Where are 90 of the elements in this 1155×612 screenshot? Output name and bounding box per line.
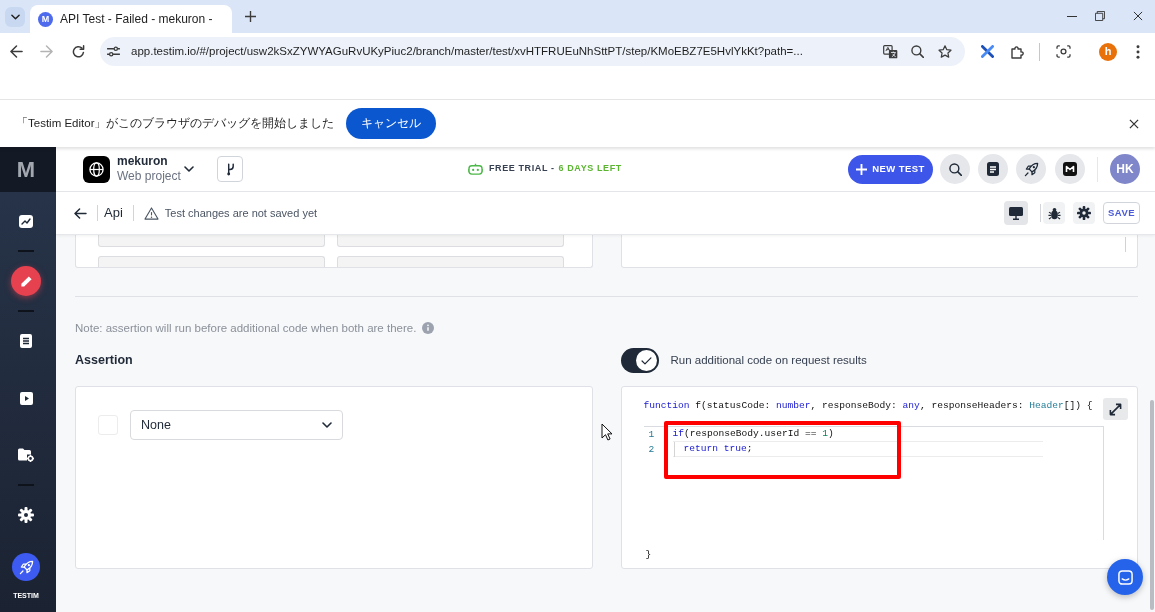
preview-button[interactable] — [1004, 201, 1028, 225]
save-button[interactable]: SAVE — [1103, 202, 1140, 224]
check-icon — [640, 356, 652, 365]
branch-icon — [225, 162, 235, 176]
folder-gear-icon — [18, 448, 34, 462]
puzzle-icon — [1011, 44, 1025, 59]
search-icon — [948, 162, 962, 176]
plus-icon — [244, 11, 256, 22]
expand-icon — [1109, 402, 1122, 416]
rocket-icon — [18, 559, 34, 575]
line-number: 1 — [647, 428, 656, 442]
code-line[interactable]: if(responseBody.userId == 1) — [672, 427, 834, 441]
assertion-select[interactable]: None — [130, 410, 343, 440]
cross-logo-icon — [980, 45, 994, 58]
address-bar[interactable]: app.testim.io/#/project/usw2kSxZYWYAGuRvUKyPiuc2/branch/master/test/xvHTFRUEuNhSttPT/step/KMoEBZ7E5HvlYkKt?path=... — [100, 37, 965, 66]
whats-new-button[interactable] — [1016, 154, 1046, 184]
step-title: Api — [104, 204, 123, 223]
star-icon — [938, 45, 952, 58]
back-arrow-icon — [73, 207, 87, 219]
toggle-label: Run additional code on request results — [670, 352, 867, 368]
new-test-button[interactable]: NEW TEST — [848, 154, 933, 184]
translate-icon — [882, 44, 898, 59]
sidebar-item[interactable] — [11, 266, 41, 296]
branch-button[interactable] — [217, 156, 243, 182]
browser-tab[interactable]: M API Test - Failed - mekuron - — [30, 5, 232, 33]
chat-icon — [1117, 569, 1133, 585]
back-arrow-icon — [9, 45, 23, 58]
document-icon — [987, 162, 999, 176]
plus-icon — [856, 163, 868, 175]
info-icon — [422, 322, 435, 334]
app-logo[interactable]: M — [16, 158, 36, 181]
restore-icon — [1095, 11, 1105, 21]
screen-capture-icon — [1055, 45, 1071, 58]
magnifier-icon — [910, 45, 924, 58]
reload-icon — [71, 45, 85, 58]
chevron-down-icon — [10, 13, 20, 20]
bug-icon — [1047, 206, 1061, 220]
list-icon — [20, 334, 32, 348]
robot-icon — [468, 162, 483, 176]
project-name: mekuron — [117, 154, 169, 169]
header-key-field[interactable] — [98, 256, 325, 267]
chart-icon — [19, 214, 33, 228]
header-key-field[interactable] — [98, 235, 325, 247]
assertion-note: Note: assertion will run before additional code when both are there. — [75, 321, 417, 335]
unsaved-warning: Test changes are not saved yet — [164, 205, 318, 221]
assertion-label: Assertion — [75, 352, 133, 370]
function-signature: function f(statusCode: number, responseBody: any, responseHeaders: Header[]) { — [643, 399, 1093, 413]
project-type: Web project — [117, 169, 182, 184]
globe-icon — [89, 161, 104, 177]
monitor-icon — [1009, 206, 1023, 220]
close-icon — [1133, 11, 1143, 21]
search-button[interactable] — [940, 154, 970, 184]
cancel-button[interactable]: キャンセル — [346, 108, 437, 139]
app-switch-button[interactable] — [1055, 154, 1085, 184]
url-text: app.testim.io/#/project/usw2kSxZYWYAGuRvUKyPiuc2/branch/master/test/xvHTFRUEuNhSttPT/step/KMoEBZ7E5HvlYkKt?path=... — [131, 43, 803, 59]
debugging-message: 「Testim Editor」がこのブラウザのデバッグを開始しました — [16, 115, 335, 131]
forward-arrow-icon — [39, 45, 53, 58]
workspace-logo[interactable] — [83, 155, 110, 183]
code-line[interactable]: return true; — [683, 442, 753, 456]
close-icon — [1129, 118, 1139, 129]
warning-icon — [143, 206, 159, 220]
app-logo-icon — [1063, 162, 1077, 176]
trial-label: FREE TRIAL - — [489, 162, 555, 176]
kebab-menu-icon — [1136, 44, 1140, 59]
rocket-icon — [1023, 161, 1039, 177]
tab-list-button[interactable] — [5, 6, 25, 27]
chevron-down-icon — [322, 422, 332, 428]
toggle-switch[interactable] — [620, 348, 659, 373]
minimize-icon — [1067, 15, 1077, 17]
scrollbar-thumb[interactable] — [1150, 400, 1154, 610]
settings-button[interactable] — [1073, 202, 1095, 224]
project-dropdown-button[interactable] — [183, 163, 195, 175]
debug-button[interactable] — [1043, 202, 1065, 224]
favicon: M — [38, 11, 53, 27]
closing-brace: } — [645, 548, 652, 562]
pencil-icon — [19, 274, 33, 288]
chevron-down-icon — [184, 166, 194, 172]
tune-icon — [106, 46, 120, 57]
gear-icon — [1077, 206, 1091, 220]
play-icon — [19, 391, 33, 405]
expand-button[interactable] — [1103, 398, 1128, 420]
brand-button[interactable] — [12, 553, 40, 581]
header-value-field[interactable] — [337, 235, 564, 247]
mouse-pointer-icon — [601, 423, 613, 441]
chat-button[interactable] — [1107, 559, 1143, 595]
header-value-field[interactable] — [337, 256, 564, 267]
gear-icon — [18, 507, 34, 523]
docs-button[interactable] — [978, 154, 1008, 184]
line-number: 2 — [647, 443, 656, 457]
trial-days-left: 6 DAYS LEFT — [558, 162, 622, 176]
